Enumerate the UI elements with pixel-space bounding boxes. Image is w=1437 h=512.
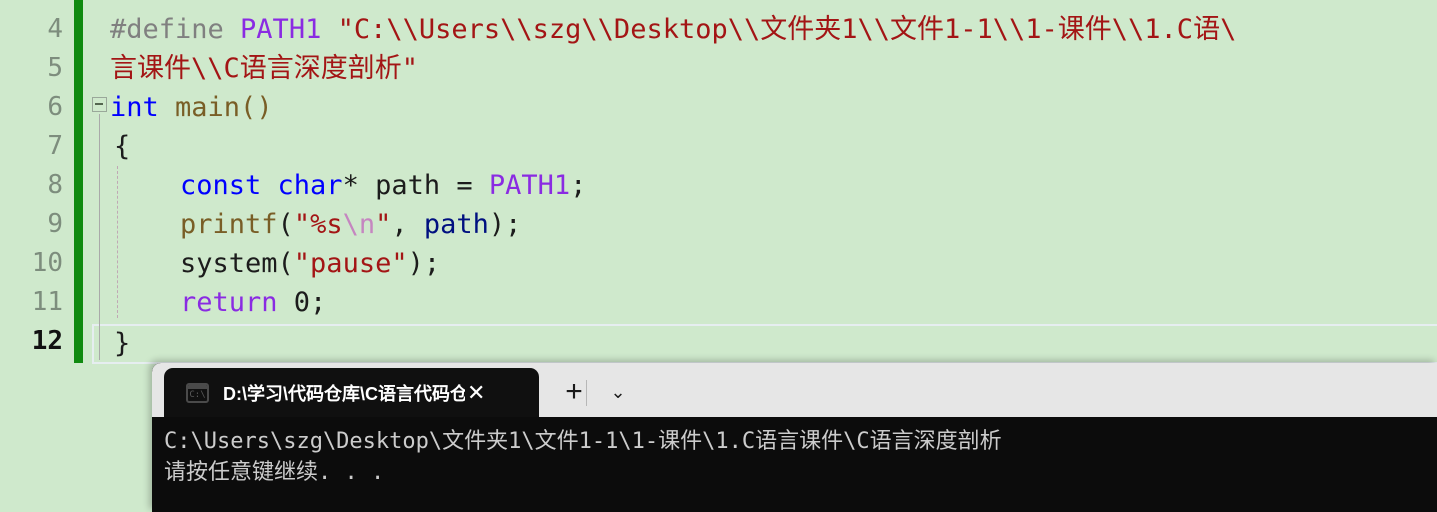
code-line-9: printf("%s\n", path);	[180, 205, 521, 244]
token-string: "%s	[293, 209, 343, 240]
terminal-tab-title: D:\学习\代码仓库\C语言代码仓	[223, 383, 465, 404]
terminal-output-area[interactable]: C:\Users\szg\Desktop\文件夹1\文件1-1\1-课件\1.C…	[152, 417, 1437, 512]
token-string: "C:\\Users\\szg\\Desktop\\文件夹1\\文件1-1\\1…	[337, 14, 1237, 45]
token-function: system(	[180, 248, 294, 279]
code-line-10: system("pause");	[180, 244, 440, 283]
line-number: 7	[47, 131, 63, 161]
command-prompt-icon-label: C:\	[189, 389, 206, 400]
line-number: 9	[47, 209, 63, 239]
close-icon[interactable]: ✕	[467, 381, 485, 404]
code-line-8: const char* path = PATH1;	[180, 166, 586, 205]
code-line-4: #define PATH1 "C:\\Users\\szg\\Desktop\\…	[110, 10, 1236, 49]
command-prompt-icon: C:\	[186, 382, 209, 403]
token-function: main()	[158, 92, 273, 123]
titlebar-divider	[586, 380, 587, 406]
new-tab-button[interactable]: +	[550, 368, 598, 416]
token-string: 言课件\\C语言深度剖析"	[110, 53, 419, 84]
token-string: "	[375, 209, 392, 240]
line-number: 4	[47, 14, 63, 44]
token-macro-name: PATH1	[488, 170, 571, 201]
token-function: printf	[180, 209, 278, 240]
token-punct: ,	[391, 209, 424, 240]
code-line-11: return 0;	[180, 283, 326, 322]
token-variable: path	[423, 209, 489, 240]
line-number-gutter: 4 5 6 7 8 9 10 11 12	[0, 0, 74, 512]
terminal-output-line: C:\Users\szg\Desktop\文件夹1\文件1-1\1-课件\1.C…	[164, 429, 1002, 454]
token-string: "pause"	[293, 248, 408, 279]
line-number: 10	[31, 248, 63, 278]
terminal-tab-active[interactable]: C:\ D:\学习\代码仓库\C语言代码仓 ✕	[164, 368, 539, 417]
token-keyword: return	[180, 287, 278, 318]
line-number: 11	[31, 287, 63, 317]
change-marker-bar	[74, 0, 83, 363]
chevron-down-icon[interactable]: ⌄	[596, 368, 640, 416]
token-keyword: int	[110, 92, 159, 123]
code-line-12: }	[114, 324, 130, 363]
token-punct: ;	[570, 170, 587, 201]
terminal-titlebar[interactable]: C:\ D:\学习\代码仓库\C语言代码仓 ✕ + ⌄	[152, 363, 1437, 417]
terminal-window[interactable]: C:\ D:\学习\代码仓库\C语言代码仓 ✕ + ⌄ C:\Users\szg…	[152, 363, 1437, 512]
token-operator: =	[440, 170, 489, 201]
token-operator: *	[342, 170, 376, 201]
code-line-7: {	[114, 127, 130, 166]
token-preprocessor: #define	[110, 14, 241, 45]
token-identifier: path	[375, 170, 441, 201]
terminal-output-line: 请按任意键继续. . .	[164, 460, 385, 485]
token-punct: );	[407, 248, 441, 279]
token-brace: }	[114, 328, 131, 359]
line-number: 6	[47, 92, 63, 122]
code-line-5: 言课件\\C语言深度剖析"	[110, 49, 418, 88]
line-number-current: 12	[31, 326, 63, 356]
token-number: 0;	[277, 287, 327, 318]
token-keyword: const char	[180, 170, 343, 201]
line-number: 5	[47, 53, 63, 83]
line-number: 8	[47, 170, 63, 200]
token-escape: \n	[342, 209, 376, 240]
token-brace: {	[114, 131, 131, 162]
code-line-6: int main()	[110, 88, 273, 127]
token-macro-name: PATH1	[240, 14, 338, 45]
token-punct: (	[277, 209, 294, 240]
token-punct: );	[488, 209, 522, 240]
